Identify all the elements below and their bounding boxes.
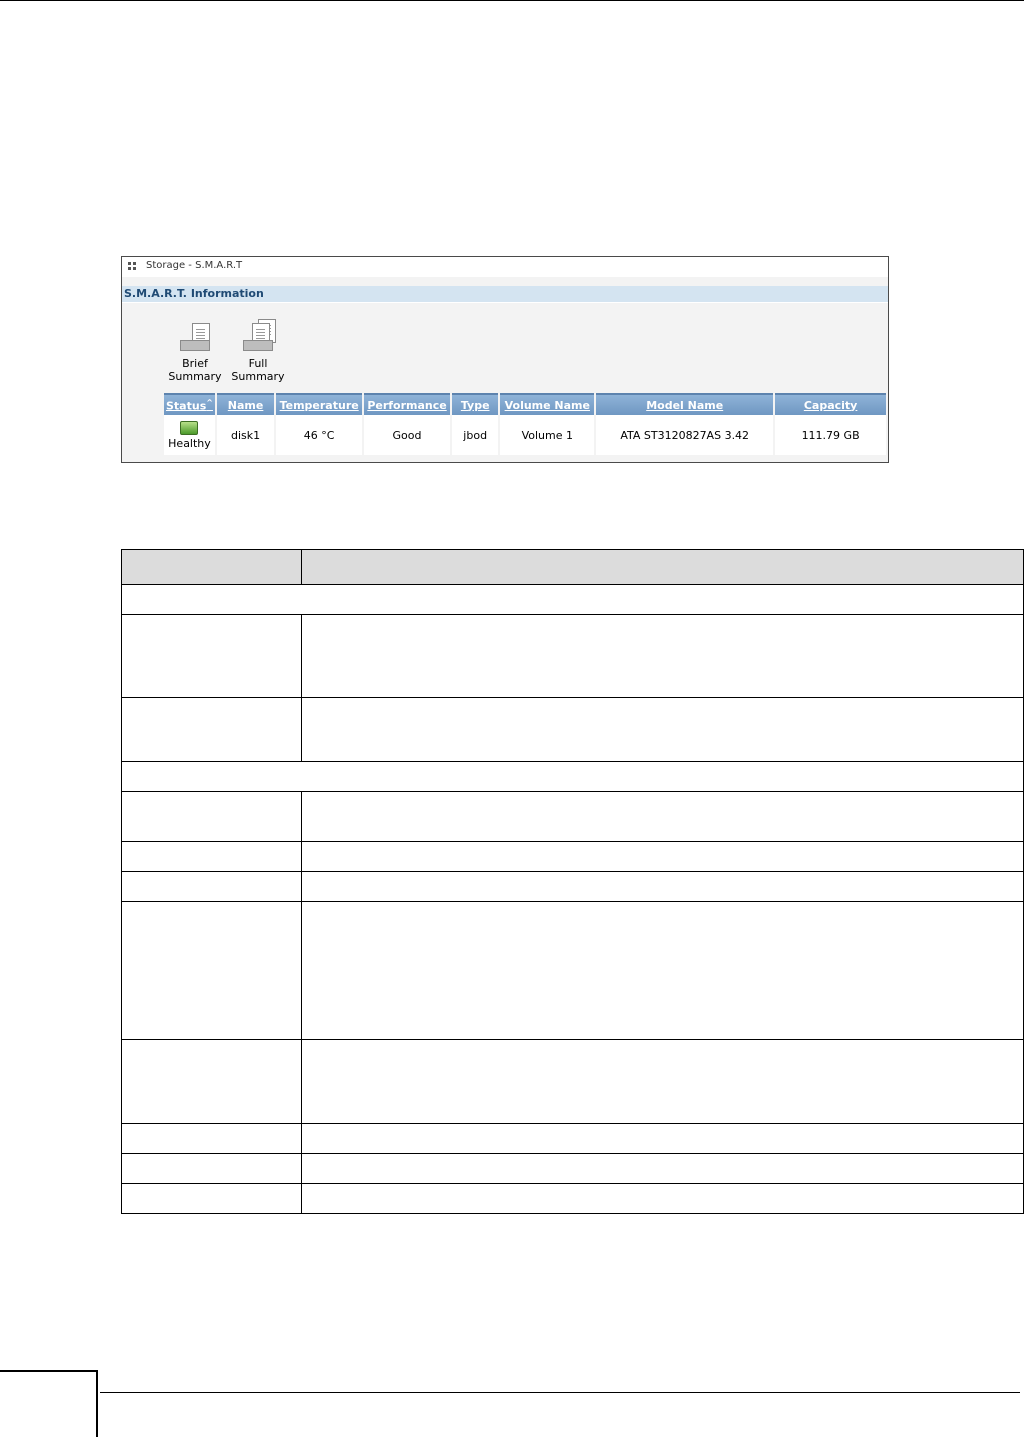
desc-row [121, 841, 1024, 872]
footer-rule [100, 1392, 1020, 1393]
status-cell: Healthy [164, 415, 215, 455]
desc-row [121, 871, 1024, 902]
full-summary-button[interactable]: Full Summary [227, 319, 289, 383]
status-text: Healthy [168, 437, 211, 450]
desc-row [121, 901, 1024, 1040]
grid-icon [128, 262, 137, 271]
col-type[interactable]: Type [451, 393, 499, 415]
desc-row [121, 1153, 1024, 1184]
model-name-cell: ATA ST3120827AS 3.42 [596, 415, 774, 455]
desc-row [121, 1123, 1024, 1154]
brief-summary-label-1: Brief [182, 357, 208, 370]
panel-titlebar: Storage - S.M.A.R.T [122, 257, 888, 277]
col-model-name[interactable]: Model Name [596, 393, 774, 415]
desc-row [121, 697, 1024, 762]
brief-summary-icon [178, 323, 212, 351]
volume-name-cell: Volume 1 [500, 415, 595, 455]
desc-row [121, 1183, 1024, 1214]
top-rule [0, 0, 1024, 1]
healthy-disk-icon [180, 421, 199, 435]
col-temperature[interactable]: Temperature [276, 393, 363, 415]
type-cell: jbod [451, 415, 499, 455]
col-performance[interactable]: Performance [364, 393, 450, 415]
section-title: S.M.A.R.T. Information [124, 287, 264, 300]
desc-row [121, 614, 1024, 698]
desc-row [121, 1039, 1024, 1124]
smart-screenshot-panel: Storage - S.M.A.R.T S.M.A.R.T. Informati… [121, 256, 889, 463]
description-table [121, 549, 1024, 1214]
desc-header-description [301, 549, 1024, 585]
performance-cell: Good [364, 415, 450, 455]
panel-title: Storage - S.M.A.R.T [146, 260, 243, 271]
section-header: S.M.A.R.T. Information [122, 286, 888, 302]
col-capacity[interactable]: Capacity [775, 393, 886, 415]
smart-table: Status^ Name Temperature Performance Typ… [162, 393, 888, 455]
col-name[interactable]: Name [216, 393, 275, 415]
desc-row [121, 791, 1024, 842]
desc-group-row [121, 584, 1024, 615]
desc-header-row [121, 549, 1024, 585]
smart-table-header: Status^ Name Temperature Performance Typ… [164, 393, 886, 415]
full-summary-label-1: Full [248, 357, 268, 370]
full-summary-label-2: Summary [231, 370, 285, 383]
name-cell: disk1 [216, 415, 275, 455]
brief-summary-button[interactable]: Brief Summary [164, 323, 226, 383]
capacity-cell: 111.79 GB [775, 415, 886, 455]
page-number-box [0, 1370, 98, 1437]
col-status[interactable]: Status^ [164, 393, 215, 415]
brief-summary-label-2: Summary [168, 370, 222, 383]
temperature-cell: 46 °C [276, 415, 363, 455]
desc-group-row [121, 761, 1024, 792]
table-row[interactable]: Healthy disk1 46 °C Good jbod Volume 1 A… [164, 415, 886, 455]
full-summary-icon [241, 319, 276, 351]
col-volume-name[interactable]: Volume Name [500, 393, 595, 415]
desc-header-label [121, 549, 302, 585]
